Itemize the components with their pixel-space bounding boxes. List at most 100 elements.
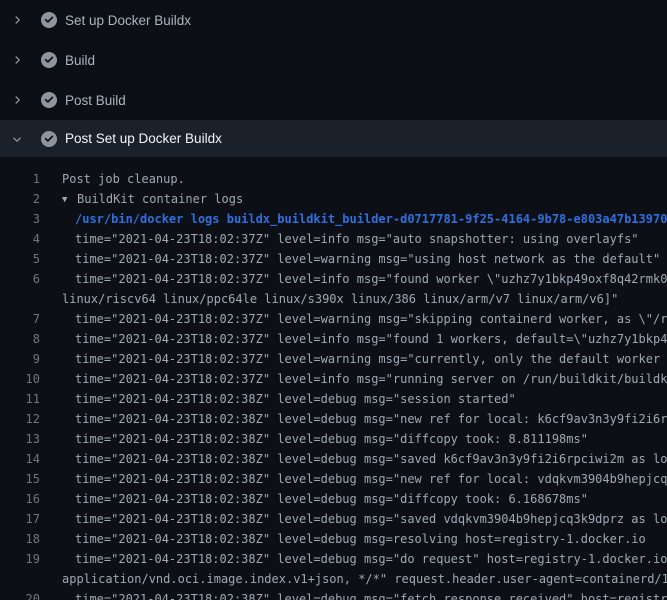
log-row: time="2021-04-23T18:02:38Z" level=debug … bbox=[62, 589, 667, 600]
log-line: 3/usr/bin/docker logs buildx_buildkit_bu… bbox=[0, 209, 667, 229]
check-circle-icon bbox=[41, 52, 57, 68]
log-command-text: /usr/bin/docker logs buildx_buildkit_bui… bbox=[62, 209, 667, 229]
step-header-set-up-docker-buildx[interactable]: Set up Docker Buildx bbox=[0, 0, 667, 40]
chevron-down-icon bbox=[10, 132, 24, 146]
log-text: time="2021-04-23T18:02:38Z" level=debug … bbox=[62, 529, 646, 549]
line-number-link[interactable]: 6 bbox=[0, 269, 40, 309]
log-line: 12 time="2021-04-23T18:02:38Z" level=debu… bbox=[0, 409, 667, 429]
log-row: time="2021-04-23T18:02:37Z" level=info m… bbox=[62, 329, 667, 349]
log-line: 15 time="2021-04-23T18:02:38Z" level=debu… bbox=[0, 469, 667, 489]
log-text: time="2021-04-23T18:02:38Z" level=debug … bbox=[62, 449, 667, 469]
line-number-link[interactable]: 7 bbox=[0, 309, 40, 329]
log-line: 13 time="2021-04-23T18:02:38Z" level=debu… bbox=[0, 429, 667, 449]
log-line: 6 time="2021-04-23T18:02:37Z" level=info … bbox=[0, 269, 667, 309]
line-number-link[interactable]: 15 bbox=[0, 469, 40, 489]
log-text[interactable]: ▼BuildKit container logs bbox=[62, 189, 243, 209]
log-row: time="2021-04-23T18:02:38Z" level=debug … bbox=[62, 469, 667, 489]
log-line: 17 time="2021-04-23T18:02:38Z" level=debu… bbox=[0, 509, 667, 529]
log-text: time="2021-04-23T18:02:37Z" level=info m… bbox=[62, 369, 667, 389]
log-row: ▼BuildKit container logs bbox=[62, 189, 243, 209]
log-text: Post job cleanup. bbox=[62, 169, 185, 189]
group-toggle-icon[interactable]: ▼ bbox=[62, 190, 77, 210]
log-line: 11 time="2021-04-23T18:02:38Z" level=debu… bbox=[0, 389, 667, 409]
log-line: 8 time="2021-04-23T18:02:37Z" level=info … bbox=[0, 329, 667, 349]
chevron-right-icon bbox=[10, 53, 24, 67]
log-row-continuation: application/vnd.oci.image.index.v1+json,… bbox=[62, 569, 667, 589]
log-text: time="2021-04-23T18:02:37Z" level=info m… bbox=[62, 229, 639, 249]
log-line: 4 time="2021-04-23T18:02:37Z" level=info … bbox=[0, 229, 667, 249]
log-row: time="2021-04-23T18:02:38Z" level=debug … bbox=[62, 449, 667, 469]
line-number-link[interactable]: 3 bbox=[0, 209, 40, 229]
log-text: time="2021-04-23T18:02:38Z" level=debug … bbox=[62, 549, 667, 589]
check-circle-icon bbox=[41, 92, 57, 108]
log-line: 14 time="2021-04-23T18:02:38Z" level=debu… bbox=[0, 449, 667, 469]
log-text: time="2021-04-23T18:02:37Z" level=warnin… bbox=[62, 349, 667, 369]
log-row: time="2021-04-23T18:02:38Z" level=debug … bbox=[62, 509, 667, 529]
log-text: time="2021-04-23T18:02:37Z" level=warnin… bbox=[62, 249, 660, 269]
line-number-link[interactable]: 18 bbox=[0, 529, 40, 549]
check-circle-icon bbox=[41, 12, 57, 28]
log-line: 2 ▼BuildKit container logs bbox=[0, 189, 667, 209]
log-line: 1 Post job cleanup. bbox=[0, 169, 667, 189]
group-title: BuildKit container logs bbox=[77, 192, 243, 206]
log-row: time="2021-04-23T18:02:38Z" level=debug … bbox=[62, 489, 588, 509]
log-row: time="2021-04-23T18:02:37Z" level=warnin… bbox=[62, 309, 667, 329]
log-text: time="2021-04-23T18:02:38Z" level=debug … bbox=[62, 469, 667, 489]
step-header-post-build[interactable]: Post Build bbox=[0, 80, 667, 120]
log-row: time="2021-04-23T18:02:38Z" level=debug … bbox=[62, 389, 516, 409]
line-number-link[interactable]: 14 bbox=[0, 449, 40, 469]
log-text: time="2021-04-23T18:02:37Z" level=info m… bbox=[62, 329, 667, 349]
log-row: time="2021-04-23T18:02:38Z" level=debug … bbox=[62, 529, 646, 549]
log-row: time="2021-04-23T18:02:37Z" level=info m… bbox=[62, 269, 667, 289]
line-number-link[interactable]: 1 bbox=[0, 169, 40, 189]
actions-log-viewer: Set up Docker Buildx Build Post Build Post … bbox=[0, 0, 667, 600]
log-line: 18 time="2021-04-23T18:02:38Z" level=debu… bbox=[0, 529, 667, 549]
log-text: time="2021-04-23T18:02:38Z" level=debug … bbox=[62, 409, 667, 429]
step-header-post-set-up-docker-buildx[interactable]: Post Set up Docker Buildx bbox=[0, 120, 667, 157]
line-number-link[interactable]: 4 bbox=[0, 229, 40, 249]
step-label: Build bbox=[65, 53, 95, 68]
log-row: time="2021-04-23T18:02:38Z" level=debug … bbox=[62, 429, 588, 449]
log-row: time="2021-04-23T18:02:38Z" level=debug … bbox=[62, 409, 667, 429]
log-text: time="2021-04-23T18:02:37Z" level=info m… bbox=[62, 269, 667, 309]
log-row: time="2021-04-23T18:02:37Z" level=warnin… bbox=[62, 349, 667, 369]
log-text: time="2021-04-23T18:02:38Z" level=debug … bbox=[62, 389, 516, 409]
line-number-link[interactable]: 17 bbox=[0, 509, 40, 529]
log-line: 5 time="2021-04-23T18:02:37Z" level=warni… bbox=[0, 249, 667, 269]
log-text: time="2021-04-23T18:02:38Z" level=debug … bbox=[62, 489, 588, 509]
line-number-link[interactable]: 12 bbox=[0, 409, 40, 429]
line-number-link[interactable]: 20 bbox=[0, 589, 40, 600]
log-line: 19 time="2021-04-23T18:02:38Z" level=debu… bbox=[0, 549, 667, 589]
log-row: time="2021-04-23T18:02:38Z" level=debug … bbox=[62, 549, 667, 569]
line-number-link[interactable]: 10 bbox=[0, 369, 40, 389]
line-number-link[interactable]: 5 bbox=[0, 249, 40, 269]
log-row: time="2021-04-23T18:02:37Z" level=info m… bbox=[62, 229, 639, 249]
log-row: time="2021-04-23T18:02:37Z" level=info m… bbox=[62, 369, 667, 389]
log-line: 20 time="2021-04-23T18:02:38Z" level=debu… bbox=[0, 589, 667, 600]
log-text: time="2021-04-23T18:02:38Z" level=debug … bbox=[62, 429, 588, 449]
log-line: 10 time="2021-04-23T18:02:37Z" level=info… bbox=[0, 369, 667, 389]
line-number-link[interactable]: 2 bbox=[0, 189, 40, 209]
line-number-link[interactable]: 9 bbox=[0, 349, 40, 369]
log-row: time="2021-04-23T18:02:37Z" level=warnin… bbox=[62, 249, 660, 269]
line-number-link[interactable]: 11 bbox=[0, 389, 40, 409]
log-line: 16 time="2021-04-23T18:02:38Z" level=debu… bbox=[0, 489, 667, 509]
line-number-link[interactable]: 13 bbox=[0, 429, 40, 449]
log-panel: 1 Post job cleanup. 2 ▼BuildKit container l… bbox=[0, 157, 667, 600]
log-text: time="2021-04-23T18:02:38Z" level=debug … bbox=[62, 509, 667, 529]
log-line: 9 time="2021-04-23T18:02:37Z" level=warni… bbox=[0, 349, 667, 369]
check-circle-icon bbox=[41, 131, 57, 147]
log-row: Post job cleanup. bbox=[62, 169, 185, 189]
log-row: /usr/bin/docker logs buildx_buildkit_bui… bbox=[62, 209, 667, 229]
step-label: Post Set up Docker Buildx bbox=[65, 131, 222, 146]
step-label: Set up Docker Buildx bbox=[65, 13, 191, 28]
log-row-continuation: linux/riscv64 linux/ppc64le linux/s390x … bbox=[62, 289, 667, 309]
step-list: Set up Docker Buildx Build Post Build Post … bbox=[0, 0, 667, 157]
step-header-build[interactable]: Build bbox=[0, 40, 667, 80]
log-text: time="2021-04-23T18:02:38Z" level=debug … bbox=[62, 589, 667, 600]
chevron-right-icon bbox=[10, 93, 24, 107]
line-number-link[interactable]: 8 bbox=[0, 329, 40, 349]
line-number-link[interactable]: 16 bbox=[0, 489, 40, 509]
log-text: time="2021-04-23T18:02:37Z" level=warnin… bbox=[62, 309, 667, 329]
line-number-link[interactable]: 19 bbox=[0, 549, 40, 589]
